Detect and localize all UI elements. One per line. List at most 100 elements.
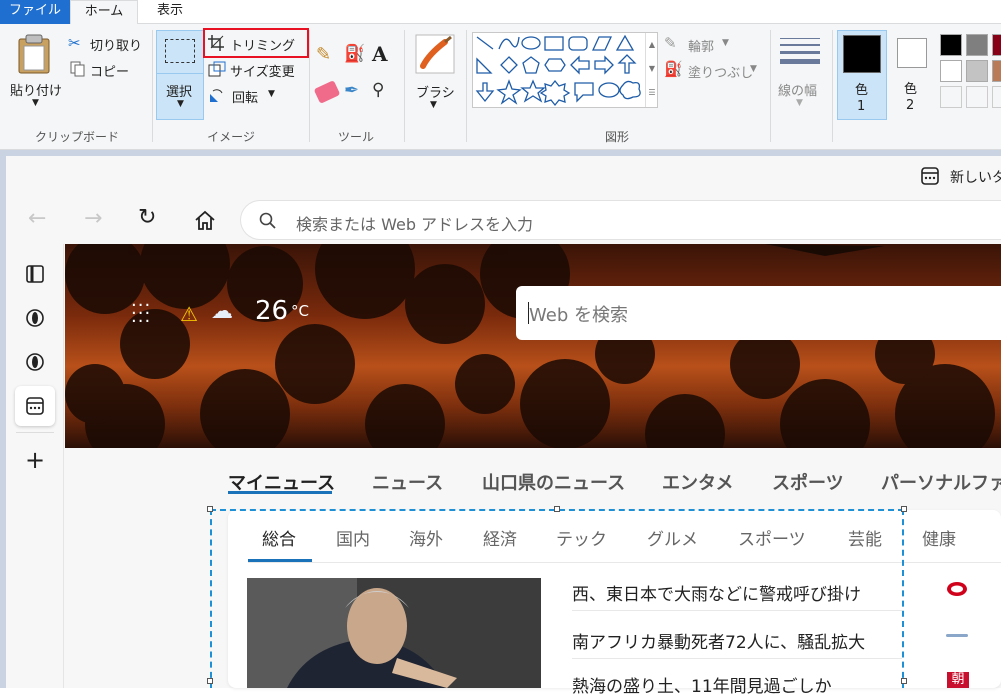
- divider: [157, 73, 203, 74]
- rotate-button[interactable]: 回転 ▼: [208, 84, 288, 106]
- selection-handle[interactable]: [901, 678, 907, 684]
- color1-button[interactable]: 色 1: [837, 30, 887, 120]
- tab-actions-icon[interactable]: [15, 254, 55, 294]
- extension-icon-2[interactable]: [15, 342, 55, 382]
- palette-swatch[interactable]: [992, 34, 1001, 56]
- sub-tab-health[interactable]: 健康: [922, 525, 956, 550]
- selection-handle[interactable]: [554, 506, 560, 512]
- color1-label: 色: [855, 83, 869, 98]
- gallery-scroll[interactable]: ▲ ▼ ☰: [645, 33, 658, 107]
- shapes-gallery[interactable]: ▲ ▼ ☰: [472, 32, 658, 108]
- scissors-icon: ✂: [68, 34, 81, 52]
- outline-label: 輪郭: [688, 40, 715, 55]
- ribbon-tab-bar: ファイル ホーム 表示: [0, 0, 1001, 25]
- plus-icon[interactable]: +: [15, 440, 55, 480]
- palette-swatch[interactable]: [992, 86, 1001, 108]
- selection-handle[interactable]: [901, 506, 907, 512]
- crop-label: トリミング: [230, 39, 296, 54]
- rotate-icon: [210, 89, 223, 102]
- warning-icon[interactable]: ⚠: [180, 302, 198, 326]
- divider: [832, 30, 833, 142]
- paste-label: 貼り付け: [10, 84, 63, 99]
- crop-button[interactable]: トリミング: [208, 32, 304, 54]
- palette-swatch[interactable]: [940, 34, 962, 56]
- line-width-button[interactable]: 線の幅 ▼: [776, 30, 826, 120]
- fill-bucket-icon[interactable]: ⛽: [344, 44, 366, 66]
- chevron-down-icon: ▼: [177, 99, 184, 109]
- home-icon[interactable]: [194, 209, 216, 231]
- chevron-down-icon: ▼: [722, 38, 729, 48]
- crop-icon: [208, 35, 224, 51]
- cut-label: 切り取り: [90, 39, 143, 54]
- weather-cloud-icon[interactable]: ☁: [211, 299, 233, 324]
- resize-button[interactable]: サイズ変更: [208, 58, 308, 80]
- selection-rectangle[interactable]: [210, 509, 904, 688]
- color2-swatch: [897, 38, 927, 68]
- main-tab-entertainment[interactable]: エンタメ: [662, 469, 733, 495]
- line-sample: [780, 51, 820, 54]
- selection-handle[interactable]: [207, 678, 213, 684]
- weather-temp[interactable]: 26: [255, 296, 288, 326]
- news-source-logo-3: 朝: [947, 672, 969, 688]
- color2-button[interactable]: 色 2: [889, 30, 935, 120]
- new-tab-button[interactable]: 新しいタブ: [918, 164, 1001, 188]
- browser-screenshot[interactable]: 新しいタブ ← → ↻ 検索または Web アドレスを入力 +: [6, 156, 1001, 697]
- palette-swatch[interactable]: [940, 86, 962, 108]
- ribbon: 貼り付け ▼ ✂ 切り取り コピー クリップボード 選択 ▼ トリミング サイズ…: [0, 24, 1001, 150]
- browser-nav-bar: ← → ↻ 検索または Web アドレスを入力: [6, 196, 1001, 244]
- palette-swatch[interactable]: [966, 60, 988, 82]
- palette-swatch[interactable]: [940, 60, 962, 82]
- select-rect-icon: [165, 39, 195, 63]
- divider: [309, 30, 310, 142]
- extension-icon[interactable]: [15, 298, 55, 338]
- brushes-label: ブラシ: [416, 86, 455, 101]
- magnifier-icon[interactable]: ⚲: [372, 80, 394, 102]
- line-sample: [780, 44, 820, 46]
- rotate-label: 回転: [232, 91, 259, 106]
- color-palette: [938, 32, 1001, 112]
- selection-handle[interactable]: [207, 506, 213, 512]
- shapes-icons: [475, 34, 641, 107]
- color-picker-icon[interactable]: ✒: [344, 80, 366, 102]
- back-arrow-icon[interactable]: ←: [28, 206, 46, 231]
- cut-button[interactable]: ✂ 切り取り: [68, 32, 148, 54]
- palette-swatch[interactable]: [966, 34, 988, 56]
- line-sample: [780, 38, 820, 39]
- new-tab-page-icon[interactable]: [15, 386, 55, 426]
- web-search-box[interactable]: Web を検索: [516, 286, 1001, 340]
- refresh-icon[interactable]: ↻: [138, 205, 156, 230]
- tab-home[interactable]: ホーム: [70, 0, 138, 25]
- shapes-group-label: 図形: [604, 130, 629, 144]
- address-placeholder: 検索または Web アドレスを入力: [296, 215, 534, 234]
- copy-button[interactable]: コピー: [68, 58, 148, 80]
- divider: [770, 30, 771, 142]
- outline-button[interactable]: ✎ 輪郭 ▼: [664, 34, 754, 55]
- tab-file[interactable]: ファイル: [0, 0, 70, 24]
- fill-button[interactable]: ⛽ 塗りつぶし ▼: [664, 60, 764, 81]
- main-tab-sports[interactable]: スポーツ: [772, 469, 844, 495]
- apps-grid-icon[interactable]: ··· ··· ···: [131, 297, 151, 331]
- copy-label: コピー: [90, 65, 130, 80]
- main-tab-news[interactable]: ニュース: [372, 469, 443, 495]
- main-tab-local[interactable]: 山口県のニュース: [482, 469, 625, 495]
- main-tab-personal[interactable]: パーソナルファ: [881, 469, 1001, 495]
- paste-icon: [18, 34, 50, 74]
- divider: [16, 432, 54, 433]
- palette-swatch[interactable]: [992, 60, 1001, 82]
- pencil-icon[interactable]: ✎: [316, 44, 338, 66]
- resize-icon: [208, 61, 226, 77]
- eraser-icon[interactable]: [313, 80, 341, 104]
- paste-button[interactable]: 貼り付け ▼: [4, 28, 66, 122]
- select-button[interactable]: 選択 ▼: [156, 30, 204, 120]
- forward-arrow-icon[interactable]: →: [84, 206, 102, 231]
- brushes-button[interactable]: ブラシ ▼: [410, 30, 460, 120]
- tab-view[interactable]: 表示: [145, 0, 195, 24]
- text-tool-icon[interactable]: A: [372, 42, 394, 66]
- copy-icon: [70, 61, 85, 77]
- divider: [404, 30, 405, 142]
- line-sample: [780, 59, 820, 64]
- palette-swatch[interactable]: [966, 86, 988, 108]
- chevron-down-icon: ▼: [430, 100, 437, 110]
- address-bar[interactable]: 検索または Web アドレスを入力: [240, 200, 1001, 240]
- fill-label: 塗りつぶし: [688, 66, 754, 81]
